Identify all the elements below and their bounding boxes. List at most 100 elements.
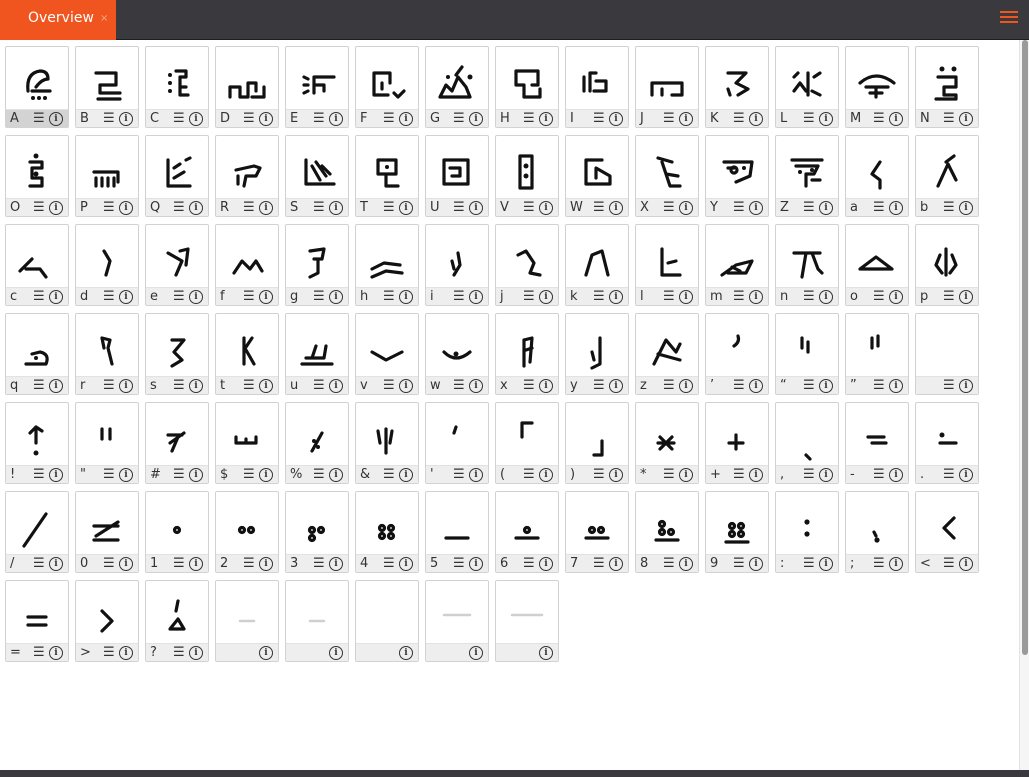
glyph-metrics-icon[interactable]: ☰ <box>803 289 815 304</box>
glyph-metrics-icon[interactable]: ☰ <box>663 378 675 393</box>
glyph-cell[interactable]: p ☰ i <box>915 224 979 306</box>
glyph-info-icon[interactable]: i <box>749 557 763 571</box>
glyph-info-icon[interactable]: i <box>539 468 553 482</box>
glyph-metrics-icon[interactable]: ☰ <box>803 378 815 393</box>
glyph-cell[interactable]: ☰ i <box>915 313 979 395</box>
glyph-info-icon[interactable]: i <box>889 379 903 393</box>
glyph-info-icon[interactable]: i <box>889 557 903 571</box>
glyph-metrics-icon[interactable]: ☰ <box>103 467 115 482</box>
glyph-metrics-icon[interactable]: ☰ <box>243 289 255 304</box>
glyph-cell[interactable]: S ☰ i <box>285 135 349 217</box>
glyph-cell[interactable]: ) ☰ i <box>565 402 629 484</box>
glyph-cell[interactable]: V ☰ i <box>495 135 559 217</box>
glyph-metrics-icon[interactable]: ☰ <box>453 200 465 215</box>
glyph-metrics-icon[interactable]: ☰ <box>663 200 675 215</box>
glyph-metrics-icon[interactable]: ☰ <box>453 111 465 126</box>
glyph-cell[interactable]: g ☰ i <box>285 224 349 306</box>
glyph-metrics-icon[interactable]: ☰ <box>803 111 815 126</box>
glyph-cell[interactable]: l ☰ i <box>635 224 699 306</box>
glyph-info-icon[interactable]: i <box>469 468 483 482</box>
glyph-metrics-icon[interactable]: ☰ <box>523 200 535 215</box>
glyph-cell[interactable]: $ ☰ i <box>215 402 279 484</box>
glyph-info-icon[interactable]: i <box>609 112 623 126</box>
glyph-cell[interactable]: i <box>425 580 489 662</box>
glyph-info-icon[interactable]: i <box>679 557 693 571</box>
glyph-cell[interactable]: C ☰ i <box>145 46 209 128</box>
glyph-metrics-icon[interactable]: ☰ <box>593 467 605 482</box>
glyph-info-icon[interactable]: i <box>889 290 903 304</box>
glyph-cell[interactable]: “ ☰ i <box>775 313 839 395</box>
glyph-cell[interactable]: 6 ☰ i <box>495 491 559 573</box>
glyph-info-icon[interactable]: i <box>679 468 693 482</box>
glyph-metrics-icon[interactable]: ☰ <box>243 200 255 215</box>
glyph-cell[interactable]: o ☰ i <box>845 224 909 306</box>
glyph-metrics-icon[interactable]: ☰ <box>943 467 955 482</box>
glyph-info-icon[interactable]: i <box>959 379 973 393</box>
glyph-cell[interactable]: N ☰ i <box>915 46 979 128</box>
glyph-cell[interactable]: i <box>355 580 419 662</box>
glyph-info-icon[interactable]: i <box>609 468 623 482</box>
glyph-metrics-icon[interactable]: ☰ <box>243 111 255 126</box>
glyph-info-icon[interactable]: i <box>469 201 483 215</box>
glyph-info-icon[interactable]: i <box>469 379 483 393</box>
glyph-cell[interactable]: v ☰ i <box>355 313 419 395</box>
glyph-metrics-icon[interactable]: ☰ <box>383 378 395 393</box>
glyph-cell[interactable]: O ☰ i <box>5 135 69 217</box>
glyph-metrics-icon[interactable]: ☰ <box>173 467 185 482</box>
glyph-info-icon[interactable]: i <box>749 379 763 393</box>
glyph-metrics-icon[interactable]: ☰ <box>33 289 45 304</box>
glyph-cell[interactable]: W ☰ i <box>565 135 629 217</box>
glyph-info-icon[interactable]: i <box>539 557 553 571</box>
glyph-cell[interactable]: D ☰ i <box>215 46 279 128</box>
tab-overview[interactable]: Overview × <box>0 0 116 40</box>
glyph-info-icon[interactable]: i <box>329 290 343 304</box>
glyph-info-icon[interactable]: i <box>119 112 133 126</box>
vertical-scrollbar[interactable] <box>1019 40 1029 770</box>
glyph-info-icon[interactable]: i <box>259 379 273 393</box>
glyph-cell[interactable]: u ☰ i <box>285 313 349 395</box>
glyph-info-icon[interactable]: i <box>189 290 203 304</box>
glyph-cell[interactable]: J ☰ i <box>635 46 699 128</box>
glyph-cell[interactable]: 4 ☰ i <box>355 491 419 573</box>
glyph-cell[interactable]: q ☰ i <box>5 313 69 395</box>
glyph-metrics-icon[interactable]: ☰ <box>733 467 745 482</box>
glyph-info-icon[interactable]: i <box>259 290 273 304</box>
hamburger-menu-icon[interactable] <box>1000 9 1020 25</box>
glyph-metrics-icon[interactable]: ☰ <box>663 556 675 571</box>
glyph-cell[interactable]: ” ☰ i <box>845 313 909 395</box>
glyph-metrics-icon[interactable]: ☰ <box>103 556 115 571</box>
glyph-metrics-icon[interactable]: ☰ <box>733 200 745 215</box>
glyph-metrics-icon[interactable]: ☰ <box>33 645 45 660</box>
glyph-info-icon[interactable]: i <box>49 290 63 304</box>
glyph-metrics-icon[interactable]: ☰ <box>733 556 745 571</box>
glyph-info-icon[interactable]: i <box>399 112 413 126</box>
glyph-cell[interactable]: ' ☰ i <box>425 402 489 484</box>
glyph-cell[interactable]: . ☰ i <box>915 402 979 484</box>
glyph-metrics-icon[interactable]: ☰ <box>33 378 45 393</box>
glyph-info-icon[interactable]: i <box>49 468 63 482</box>
glyph-cell[interactable]: F ☰ i <box>355 46 419 128</box>
glyph-cell[interactable]: m ☰ i <box>705 224 769 306</box>
glyph-metrics-icon[interactable]: ☰ <box>33 111 45 126</box>
glyph-info-icon[interactable]: i <box>399 379 413 393</box>
glyph-cell[interactable]: f ☰ i <box>215 224 279 306</box>
glyph-cell[interactable]: Y ☰ i <box>705 135 769 217</box>
glyph-metrics-icon[interactable]: ☰ <box>453 378 465 393</box>
glyph-cell[interactable]: % ☰ i <box>285 402 349 484</box>
glyph-info-icon[interactable]: i <box>49 646 63 660</box>
glyph-metrics-icon[interactable]: ☰ <box>873 111 885 126</box>
glyph-cell[interactable]: z ☰ i <box>635 313 699 395</box>
glyph-info-icon[interactable]: i <box>609 557 623 571</box>
glyph-metrics-icon[interactable]: ☰ <box>453 556 465 571</box>
glyph-cell[interactable]: j ☰ i <box>495 224 559 306</box>
glyph-cell[interactable]: 0 ☰ i <box>75 491 139 573</box>
glyph-info-icon[interactable]: i <box>49 557 63 571</box>
glyph-cell[interactable]: i <box>495 580 559 662</box>
glyph-cell[interactable]: t ☰ i <box>215 313 279 395</box>
glyph-cell[interactable]: a ☰ i <box>845 135 909 217</box>
glyph-metrics-icon[interactable]: ☰ <box>453 467 465 482</box>
glyph-cell[interactable]: - ☰ i <box>845 402 909 484</box>
glyph-cell[interactable]: 7 ☰ i <box>565 491 629 573</box>
glyph-metrics-icon[interactable]: ☰ <box>943 200 955 215</box>
glyph-cell[interactable]: & ☰ i <box>355 402 419 484</box>
